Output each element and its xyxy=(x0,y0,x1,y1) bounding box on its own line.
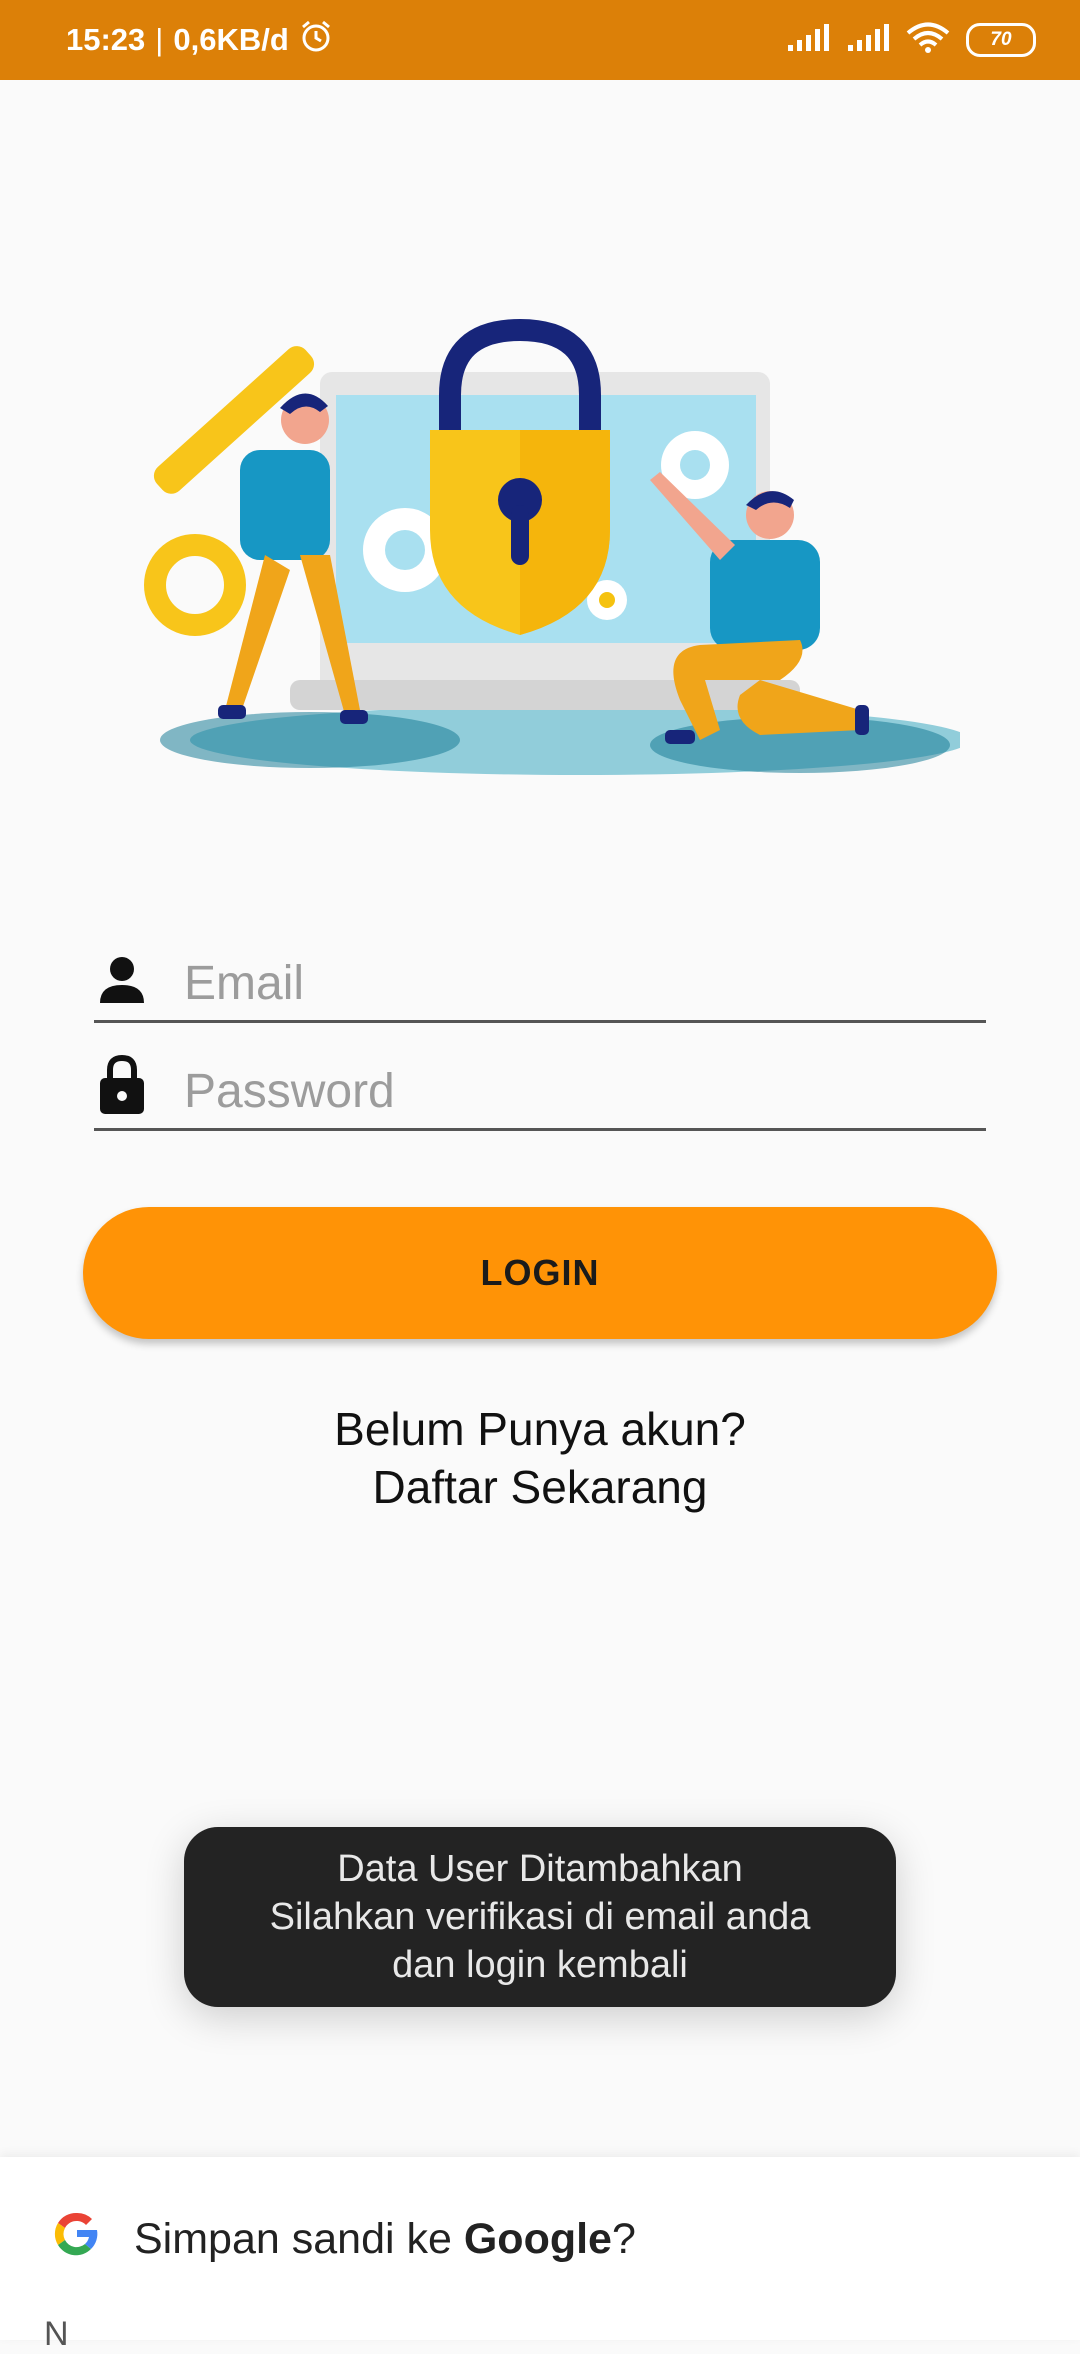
register-question: Belum Punya akun? xyxy=(334,1403,746,1455)
toast-line: Silahkan verifikasi di email anda xyxy=(269,1896,811,1938)
status-speed: 0,6KB/d xyxy=(173,22,289,57)
password-field[interactable] xyxy=(94,1054,986,1131)
signal-icon xyxy=(786,23,830,58)
save-password-row[interactable]: Simpan sandi ke Google? xyxy=(50,2207,636,2272)
save-password-text: Simpan sandi ke Google? xyxy=(134,2215,636,2263)
google-icon xyxy=(50,2207,104,2272)
password-input[interactable] xyxy=(182,1060,966,1122)
person-icon xyxy=(98,955,146,1010)
security-lock-illustration xyxy=(144,318,960,775)
register-link[interactable]: Belum Punya akun? Daftar Sekarang xyxy=(0,1400,1080,1516)
status-bar: 15:23 | 0,6KB/d 70 xyxy=(0,0,1080,80)
register-action[interactable]: Daftar Sekarang xyxy=(0,1458,1080,1516)
toast-line: dan login kembali xyxy=(392,1944,688,1986)
wifi-icon xyxy=(906,22,950,59)
login-button[interactable]: LOGIN xyxy=(83,1207,997,1339)
battery-icon: 70 xyxy=(966,23,1036,57)
toast-message: Data User Ditambahkan Silahkan verifikas… xyxy=(184,1827,896,2007)
alarm-icon xyxy=(299,19,333,61)
toast-line: Data User Ditambahkan xyxy=(337,1848,743,1890)
status-left: 15:23 | 0,6KB/d xyxy=(66,0,333,80)
email-input[interactable] xyxy=(182,952,966,1014)
save-password-subtext: N xyxy=(44,2315,69,2353)
signal-icon xyxy=(846,23,890,58)
save-password-sheet[interactable]: Simpan sandi ke Google? N xyxy=(0,2157,1080,2353)
status-separator: | xyxy=(155,22,164,57)
status-right: 70 xyxy=(786,0,1036,80)
status-time: 15:23 xyxy=(66,22,146,57)
email-field[interactable] xyxy=(94,945,986,1023)
lock-icon xyxy=(98,1054,146,1121)
